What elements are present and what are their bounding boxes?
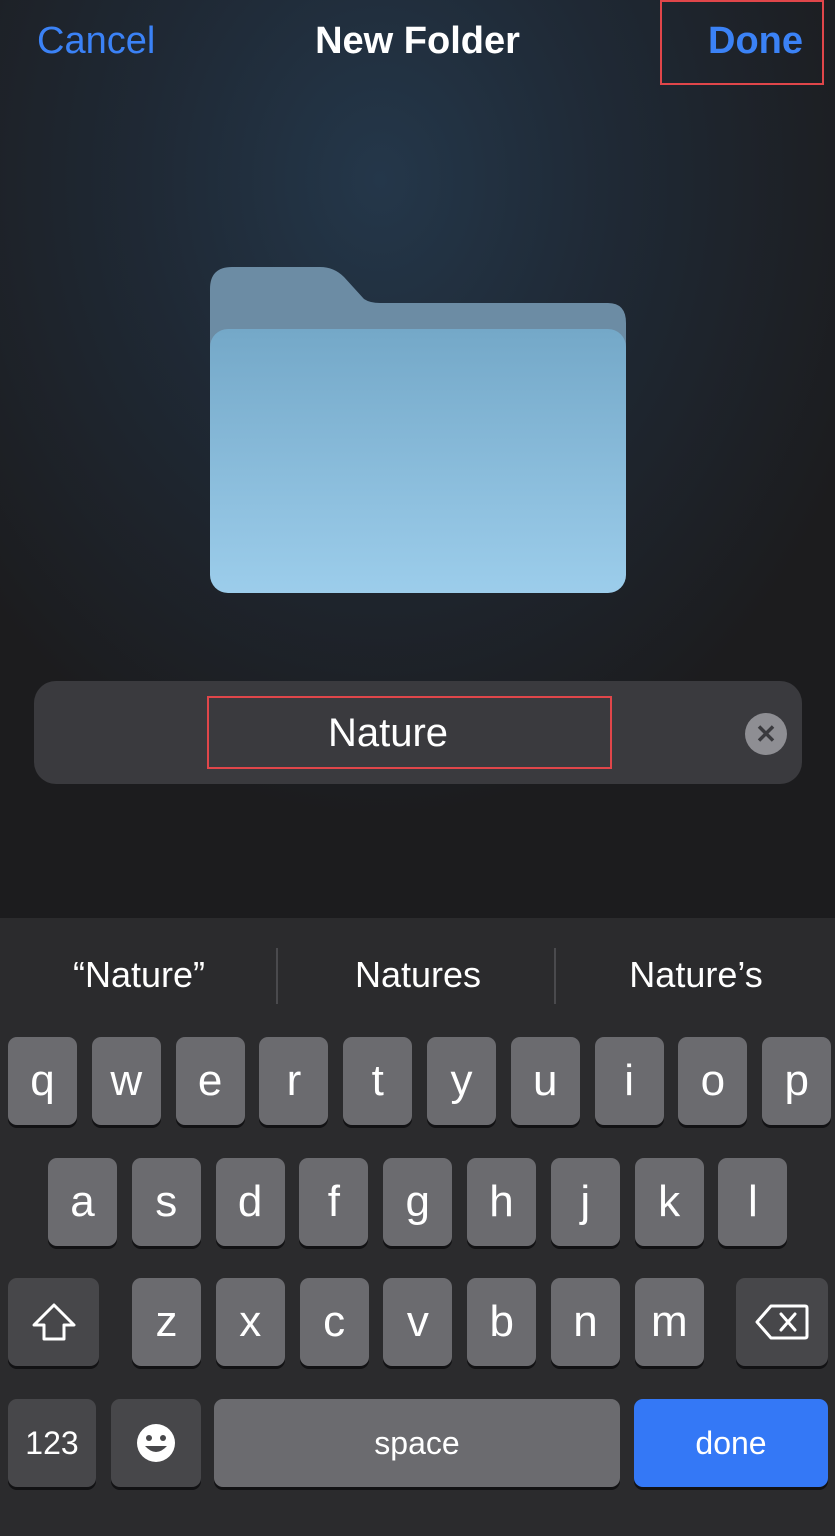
key-a[interactable]: a: [48, 1158, 117, 1246]
key-c[interactable]: c: [299, 1278, 369, 1366]
key-label: h: [489, 1177, 514, 1226]
suggestion-divider: [554, 948, 556, 1004]
key-label: k: [658, 1177, 681, 1226]
key-s[interactable]: s: [131, 1158, 201, 1246]
key-t[interactable]: t: [343, 1037, 413, 1125]
key-label: s: [155, 1177, 178, 1226]
key-d[interactable]: d: [215, 1158, 285, 1246]
key-label: r: [286, 1056, 302, 1105]
key-label: o: [700, 1056, 726, 1105]
suggestion-1[interactable]: “Nature”: [4, 954, 274, 996]
key-x[interactable]: x: [215, 1278, 285, 1366]
key-u[interactable]: u: [510, 1037, 580, 1125]
key-n[interactable]: n: [551, 1278, 620, 1366]
numbers-key[interactable]: 123: [8, 1399, 96, 1487]
key-r[interactable]: r: [259, 1037, 329, 1125]
key-f[interactable]: f: [299, 1158, 369, 1246]
key-label: z: [155, 1297, 178, 1346]
key-m[interactable]: m: [634, 1278, 704, 1366]
key-label: w: [110, 1056, 143, 1105]
key-label: b: [489, 1297, 514, 1346]
key-label: x: [239, 1297, 262, 1346]
key-label: p: [784, 1056, 809, 1105]
key-i[interactable]: i: [594, 1037, 664, 1125]
key-label: i: [624, 1056, 634, 1105]
suggestion-divider: [276, 948, 278, 1004]
key-label: m: [650, 1297, 688, 1346]
key-label: d: [237, 1177, 263, 1226]
key-o[interactable]: o: [678, 1037, 748, 1125]
shift-icon: [32, 1303, 75, 1341]
key-p[interactable]: p: [762, 1037, 832, 1125]
key-label: e: [197, 1056, 223, 1105]
key-e[interactable]: e: [175, 1037, 245, 1125]
key-j[interactable]: j: [550, 1158, 620, 1246]
key-label: l: [748, 1177, 758, 1226]
done-key-label: done: [695, 1425, 767, 1461]
key-label: j: [580, 1177, 591, 1226]
done-key[interactable]: done: [634, 1399, 828, 1487]
keyboard: “Nature” Natures Nature’s 123 space done…: [0, 918, 835, 1536]
emoji-key[interactable]: [111, 1399, 201, 1487]
suggestion-2[interactable]: Natures: [283, 954, 553, 996]
emoji-icon: [137, 1424, 175, 1462]
key-b[interactable]: b: [467, 1278, 537, 1366]
done-highlight-box: [660, 0, 824, 85]
delete-backspace-icon: [755, 1304, 809, 1340]
key-l[interactable]: l: [718, 1158, 788, 1246]
numbers-key-label: 123: [25, 1425, 79, 1461]
key-v[interactable]: v: [383, 1278, 453, 1366]
key-label: t: [371, 1056, 384, 1105]
space-key[interactable]: space: [214, 1399, 620, 1487]
key-label: y: [450, 1056, 473, 1105]
key-label: g: [405, 1177, 430, 1226]
key-label: u: [533, 1056, 558, 1105]
clear-text-icon[interactable]: ✕: [745, 713, 787, 755]
key-y[interactable]: y: [427, 1037, 496, 1125]
key-q[interactable]: q: [8, 1037, 77, 1125]
name-highlight-box: [207, 696, 612, 769]
shift-key[interactable]: [8, 1278, 99, 1366]
delete-key[interactable]: [736, 1278, 828, 1366]
key-label: a: [70, 1177, 95, 1226]
key-label: q: [30, 1056, 55, 1105]
key-g[interactable]: g: [383, 1158, 453, 1246]
key-w[interactable]: w: [91, 1037, 161, 1125]
folder-icon: [210, 267, 626, 593]
key-label: f: [327, 1177, 340, 1226]
key-label: n: [573, 1297, 598, 1346]
key-k[interactable]: k: [634, 1158, 704, 1246]
new-folder-screen: Cancel New Folder Done Nature ✕: [0, 0, 835, 918]
space-key-label: space: [374, 1425, 460, 1461]
key-h[interactable]: h: [467, 1158, 536, 1246]
key-z[interactable]: z: [132, 1278, 201, 1366]
key-label: v: [406, 1297, 429, 1346]
suggestion-3[interactable]: Nature’s: [561, 954, 831, 996]
key-label: c: [323, 1297, 346, 1346]
